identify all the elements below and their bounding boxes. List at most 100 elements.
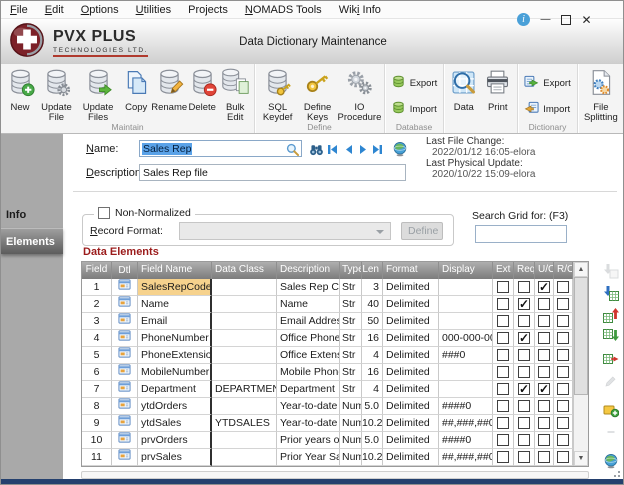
column-header-type[interactable]: Type [340,262,362,279]
table-row[interactable]: 4PhoneNumberOffice PhoneStr16Delimited00… [82,330,573,347]
ro-checkbox[interactable] [557,332,569,344]
tool-database-import-button[interactable]: Import [391,100,437,120]
add-element-icon[interactable] [602,401,620,418]
tool-new-button[interactable]: New [4,67,36,114]
tool-database-export-button[interactable]: Export [391,74,437,94]
tool-bulk-edit-button[interactable]: Bulk Edit [219,67,251,125]
tool-delete-button[interactable]: Delete [186,67,218,114]
req-checkbox[interactable] [518,417,530,429]
menu-item-projects[interactable]: Projects [188,4,228,16]
nav-first-icon[interactable] [326,143,339,156]
dtl-cell[interactable] [112,330,138,347]
ext-checkbox[interactable] [497,298,509,310]
column-header-r-o[interactable]: R/O [554,262,573,279]
menu-item-utilities[interactable]: Utilities [136,4,171,16]
uc-checkbox[interactable] [538,451,550,463]
dtl-cell[interactable] [112,449,138,466]
ext-checkbox[interactable] [497,417,509,429]
menu-item-edit[interactable]: Edit [45,4,64,16]
dtl-cell[interactable] [112,313,138,330]
nav-previous-icon[interactable] [342,143,355,156]
req-checkbox[interactable] [518,366,530,378]
uc-checkbox[interactable] [538,315,550,327]
field-name-cell[interactable]: prvOrders [138,432,212,449]
field-name-cell[interactable]: PhoneExtension [138,347,212,364]
uc-checkbox[interactable] [538,366,550,378]
tool-dictionary-import-button[interactable]: Import [524,100,570,120]
column-header-format[interactable]: Format [383,262,439,279]
nav-last-icon[interactable] [371,143,384,156]
tool-update-file-button[interactable]: Update File [37,67,76,125]
tool-define-keys-button[interactable]: Define Keys [298,67,337,125]
ext-checkbox[interactable] [497,315,509,327]
tool-update-files-button[interactable]: Update Files [77,67,119,125]
menu-item-options[interactable]: Options [81,4,119,16]
dtl-cell[interactable] [112,381,138,398]
req-checkbox[interactable] [518,400,530,412]
remove-element-icon[interactable] [602,350,620,367]
table-row[interactable]: 3EmailEmail AddressStr50Delimited [82,313,573,330]
ro-checkbox[interactable] [557,417,569,429]
ext-checkbox[interactable] [497,400,509,412]
menu-item-file[interactable]: File [10,4,28,16]
ext-checkbox[interactable] [497,366,509,378]
uc-checkbox[interactable] [538,281,550,293]
column-header-len[interactable]: Len [362,262,383,279]
resize-grip[interactable] [610,467,620,477]
column-header-ext[interactable]: Ext [493,262,514,279]
grid-vertical-scrollbar[interactable] [573,262,588,466]
req-checkbox[interactable] [518,349,530,361]
req-checkbox[interactable] [518,281,530,293]
req-checkbox[interactable] [518,332,530,344]
tool-dictionary-export-button[interactable]: Export [524,74,570,94]
ext-checkbox[interactable] [497,451,509,463]
uc-checkbox[interactable] [538,298,550,310]
field-name-cell[interactable]: ytdSales [138,415,212,432]
column-header-field-name[interactable]: Field Name [138,262,212,279]
find-binoculars-icon[interactable] [309,142,324,157]
dtl-cell[interactable] [112,296,138,313]
tool-copy-button[interactable]: Copy [120,67,152,114]
minimize-button[interactable] [539,13,552,26]
table-row[interactable]: 1SalesRepCodeSales Rep CodStr3Delimited [82,279,573,296]
nav-next-icon[interactable] [357,143,370,156]
ro-checkbox[interactable] [557,434,569,446]
insert-element-icon[interactable] [602,284,620,301]
grid-horizontal-scrollbar[interactable] [81,471,589,479]
tool-rename-button[interactable]: Rename [153,67,185,114]
tab-info[interactable]: Info [1,202,63,228]
dtl-cell[interactable] [112,432,138,449]
table-row[interactable]: 6MobileNumberMobile PhoneStr16Delimited [82,364,573,381]
scroll-up-icon[interactable] [574,262,588,277]
req-checkbox[interactable] [518,298,530,310]
description-input[interactable] [139,164,406,181]
req-checkbox[interactable] [518,434,530,446]
tool-data-button[interactable]: Data [447,67,480,114]
ro-checkbox[interactable] [557,281,569,293]
uc-checkbox[interactable] [538,332,550,344]
uc-checkbox[interactable] [538,349,550,361]
scrollbar-track[interactable] [574,277,588,451]
field-name-cell[interactable]: Email [138,313,212,330]
non-normalized-checkbox[interactable] [98,207,110,219]
ext-checkbox[interactable] [497,434,509,446]
ro-checkbox[interactable] [557,349,569,361]
table-row[interactable]: 10prvOrdersPrior years ordNum5.0Delimite… [82,432,573,449]
ext-checkbox[interactable] [497,349,509,361]
define-button[interactable]: Define [401,222,443,240]
uc-checkbox[interactable] [538,417,550,429]
web-globe-icon[interactable] [392,141,408,157]
ext-checkbox[interactable] [497,332,509,344]
tool-print-button[interactable]: Print [481,67,514,114]
column-header-dtl[interactable]: Dtl [112,262,138,279]
tool-sql-keydef-button[interactable]: SQL Keydef [258,67,297,125]
dtl-cell[interactable] [112,347,138,364]
table-row[interactable]: 11prvSalesPrior Year SaleNum10.2Delimite… [82,449,573,466]
column-header-description[interactable]: Description [277,262,340,279]
column-header-display[interactable]: Display [439,262,493,279]
req-checkbox[interactable] [518,451,530,463]
info-button[interactable] [517,13,530,26]
field-name-cell[interactable]: prvSales [138,449,212,466]
dtl-cell[interactable] [112,415,138,432]
table-row[interactable]: 9ytdSalesYTDSALESYear-to-date SNum10.2De… [82,415,573,432]
